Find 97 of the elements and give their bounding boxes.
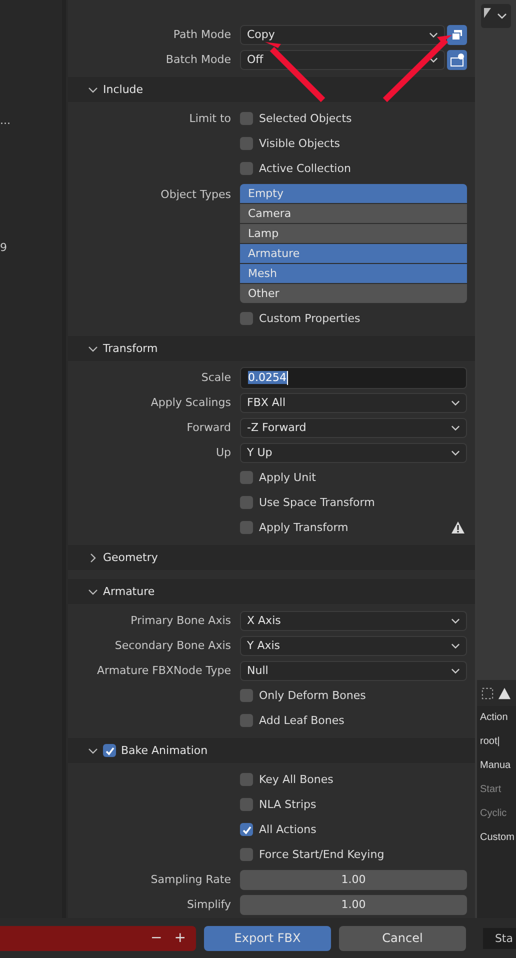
field-label: Sampling Rate [150, 873, 231, 886]
section-title: Bake Animation [121, 744, 208, 757]
field-label: Armature FBXNode Type [96, 664, 231, 677]
checkbox[interactable] [240, 714, 253, 727]
list-item[interactable]: Lamp [240, 224, 467, 243]
checkbox-label: All Actions [259, 823, 318, 836]
export-button[interactable]: Export FBX [204, 926, 331, 950]
stacked-boxes-icon [450, 28, 464, 42]
checkbox-label: Apply Unit [259, 471, 317, 484]
checkbox[interactable] [103, 744, 116, 757]
field-label: Batch Mode [164, 53, 231, 66]
remove-button[interactable]: − [150, 930, 162, 946]
checkbox[interactable] [240, 137, 253, 150]
checkbox[interactable] [240, 848, 253, 861]
section-title: Armature [103, 585, 155, 598]
folder-button[interactable] [447, 50, 467, 70]
number-field[interactable]: 1.00 [240, 894, 467, 914]
section-header[interactable]: Geometry [68, 545, 475, 570]
cancel-button[interactable]: Cancel [339, 926, 466, 950]
field-label: Forward [186, 421, 231, 434]
chevron-icon [451, 450, 460, 456]
checkbox-label: Visible Objects [259, 137, 341, 150]
pack-button[interactable] [447, 24, 467, 44]
checkbox[interactable] [240, 773, 253, 786]
input-field[interactable]: 0.0254 [240, 366, 467, 388]
dropdown[interactable]: -Z Forward [240, 418, 467, 438]
field-label: Up [214, 446, 231, 459]
checkbox[interactable] [240, 798, 253, 811]
panel-text: root| [480, 735, 501, 749]
arrow-annotation [382, 35, 452, 102]
field-label: Simplify [186, 898, 231, 911]
field-label: Secondary Bone Axis [114, 639, 231, 652]
field-label: Primary Bone Axis [130, 614, 231, 627]
checkbox-label: Selected Objects [259, 112, 353, 125]
checkbox[interactable] [240, 112, 253, 125]
checkbox-label: Use Space Transform [259, 496, 376, 509]
panel-text: Cyclic [480, 807, 508, 821]
dropdown[interactable]: Off [240, 50, 445, 70]
chevron-icon [451, 668, 460, 674]
checkbox-label: Add Leaf Bones [259, 714, 346, 727]
dropdown[interactable]: FBX All [240, 392, 467, 412]
checkbox-label: Apply Transform [259, 521, 350, 534]
panel-text: Custom [480, 831, 516, 845]
checkbox-label: Only Deform Bones [259, 689, 367, 702]
field-label: Apply Scalings [150, 396, 231, 409]
number-field[interactable]: 1.00 [240, 870, 467, 890]
checkbox[interactable] [240, 471, 253, 484]
dropdown-icon[interactable] [481, 4, 511, 28]
list-item[interactable]: Empty [240, 184, 467, 203]
chevron-icon [451, 424, 460, 430]
panel-text: ... [0, 114, 12, 127]
chevron-icon [451, 642, 460, 648]
list-item[interactable]: Armature [240, 244, 467, 263]
panel-text: Manua [480, 759, 512, 773]
panel-text: Start [480, 783, 502, 797]
tab-label[interactable]: Sta [482, 928, 516, 948]
list-item[interactable]: Other [240, 284, 467, 303]
chevron-icon [429, 56, 438, 62]
field-label: Object Types [160, 188, 231, 201]
add-button[interactable]: + [174, 930, 186, 946]
field-label: Path Mode [172, 28, 231, 41]
panel-text: Action [480, 711, 509, 725]
section-header[interactable]: Include [68, 77, 475, 102]
list-item[interactable]: Camera [240, 204, 467, 223]
checkbox[interactable] [240, 689, 253, 702]
arrow-annotation [265, 42, 326, 102]
chevron-icon [451, 400, 460, 406]
section-title: Include [103, 83, 144, 96]
dropdown[interactable]: X Axis [240, 610, 467, 630]
section-header[interactable]: Transform [68, 336, 475, 361]
list-item[interactable]: Mesh [240, 264, 467, 283]
checkbox[interactable] [240, 162, 253, 175]
section-title: Geometry [103, 551, 158, 564]
select-box-icon[interactable] [481, 686, 494, 700]
dropdown[interactable]: Null [240, 660, 467, 680]
chevron-icon [429, 32, 438, 38]
checkbox-label: Active Collection [259, 162, 352, 175]
dropdown[interactable]: Y Up [240, 442, 467, 462]
checkbox-label: Force Start/End Keying [259, 848, 386, 861]
folder-icon [450, 52, 464, 66]
field-label: Limit to [188, 112, 231, 125]
panel-text: 9 [0, 241, 8, 254]
checkbox[interactable] [240, 521, 253, 534]
section-header[interactable]: Bake Animation [68, 738, 475, 763]
checkbox[interactable] [240, 823, 253, 836]
section-title: Transform [103, 342, 158, 355]
chevron-icon [451, 618, 460, 624]
checkbox[interactable] [240, 496, 253, 509]
dropdown[interactable]: Y Axis [240, 636, 467, 656]
checkbox-label: Custom Properties [259, 312, 362, 325]
checkbox[interactable] [240, 312, 253, 325]
dropdown[interactable]: Copy [240, 24, 445, 44]
checkbox-label: Key All Bones [259, 773, 334, 786]
checkbox-label: NLA Strips [259, 798, 318, 811]
warning-icon [498, 686, 511, 700]
field-label: Scale [200, 371, 231, 384]
section-header[interactable]: Armature [68, 579, 475, 604]
